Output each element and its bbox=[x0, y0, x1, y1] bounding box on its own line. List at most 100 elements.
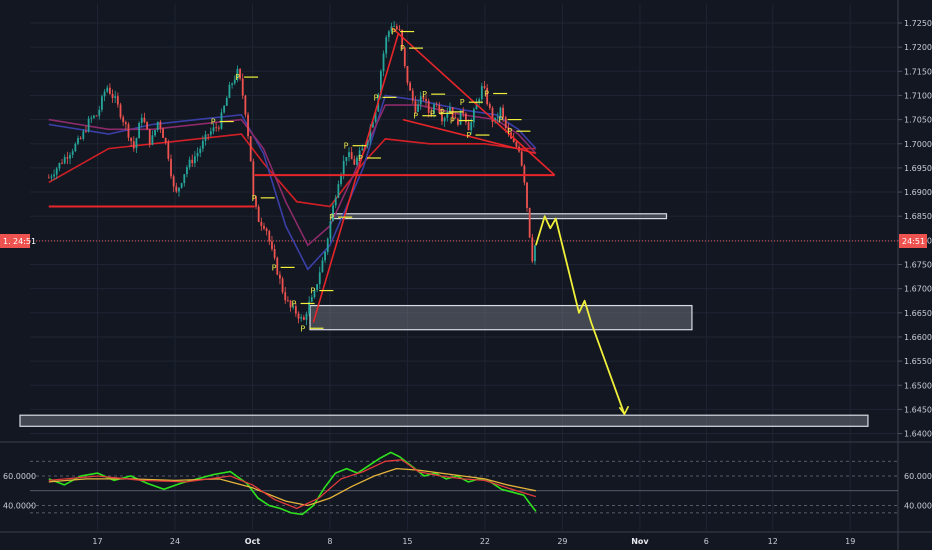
candle-body bbox=[132, 141, 135, 149]
candle-body bbox=[223, 105, 226, 113]
candle-body bbox=[353, 159, 356, 165]
y-tick-label: 1.66500 bbox=[904, 309, 932, 318]
candle-body bbox=[188, 159, 191, 168]
candle-body bbox=[58, 162, 61, 169]
x-tick-label: 19 bbox=[845, 537, 855, 546]
candle-body bbox=[138, 122, 141, 139]
candle-body bbox=[119, 104, 122, 118]
candle-body bbox=[337, 184, 340, 198]
candle-body bbox=[130, 137, 133, 142]
pivot-label: P bbox=[430, 109, 435, 118]
candle-body bbox=[286, 300, 289, 302]
rsi-right-label: 40.0000 bbox=[904, 502, 932, 511]
pivot-label: P bbox=[272, 263, 277, 272]
candle-body bbox=[281, 278, 284, 293]
candle-body bbox=[199, 148, 202, 153]
candle-body bbox=[63, 157, 66, 164]
pivot-label: P bbox=[499, 116, 504, 125]
candle-body bbox=[409, 82, 412, 91]
candle-body bbox=[260, 221, 263, 226]
price-chart[interactable]: PPPPPPPPPPPPPPPPPPPPPPP 60.000060.000040… bbox=[0, 0, 932, 550]
candle-body bbox=[263, 225, 265, 229]
left-price-tag-text: 1. bbox=[3, 237, 11, 246]
pivot-label: P bbox=[391, 28, 396, 37]
candle-body bbox=[194, 156, 196, 164]
y-tick-label: 1.69500 bbox=[904, 164, 932, 173]
y-tick-label: 1.64000 bbox=[904, 430, 932, 439]
candle-body bbox=[124, 122, 127, 125]
candle-body bbox=[61, 162, 63, 164]
y-tick-label: 1.72000 bbox=[904, 43, 932, 52]
candle-body bbox=[95, 115, 98, 117]
candle-body bbox=[53, 174, 55, 177]
candle-body bbox=[310, 297, 313, 302]
candle-body bbox=[178, 187, 180, 192]
candle-body bbox=[127, 124, 130, 138]
candle-body bbox=[143, 117, 146, 123]
candle-body bbox=[140, 117, 143, 123]
left-price-tag-time: 24:51 bbox=[13, 237, 36, 246]
candle-body bbox=[66, 157, 69, 159]
rsi-left-label: 60.0000 bbox=[3, 472, 36, 481]
chart-background bbox=[0, 0, 932, 550]
candle-body bbox=[417, 104, 419, 112]
y-tick-label: 1.65500 bbox=[904, 357, 932, 366]
x-tick-label: 17 bbox=[92, 537, 102, 546]
candle-body bbox=[164, 137, 167, 143]
candle-body bbox=[257, 206, 260, 222]
candle-body bbox=[350, 152, 353, 160]
pivot-label: P bbox=[400, 44, 405, 53]
candle-body bbox=[395, 26, 398, 30]
pivot-label: P bbox=[466, 131, 471, 140]
y-tick-label: 1.64500 bbox=[904, 405, 932, 414]
candle-body bbox=[207, 134, 210, 136]
y-tick-label: 1.69000 bbox=[904, 188, 932, 197]
right-price-tag-text: 24:51 bbox=[902, 237, 925, 246]
candle-body bbox=[204, 134, 207, 141]
candle-body bbox=[326, 238, 329, 252]
y-tick-label: 1.67000 bbox=[904, 285, 932, 294]
candle-body bbox=[459, 110, 462, 125]
candle-body bbox=[231, 83, 234, 85]
x-tick-label: 6 bbox=[704, 537, 709, 546]
candle-body bbox=[457, 118, 459, 125]
candle-body bbox=[167, 142, 170, 159]
pivot-label: P bbox=[292, 299, 297, 308]
candle-body bbox=[111, 93, 114, 98]
candle-body bbox=[55, 168, 58, 175]
candle-body bbox=[148, 129, 151, 145]
x-tick-label: 12 bbox=[768, 537, 778, 546]
x-tick-label: Nov bbox=[631, 537, 649, 546]
pivot-label: P bbox=[252, 194, 257, 203]
candle-body bbox=[101, 96, 103, 110]
candle-body bbox=[87, 118, 90, 132]
pivot-label: P bbox=[484, 90, 489, 99]
candle-body bbox=[316, 284, 319, 291]
candle-body bbox=[228, 84, 231, 98]
candle-body bbox=[98, 109, 101, 116]
candle-body bbox=[135, 138, 138, 149]
rsi-right-label: 60.0000 bbox=[904, 472, 932, 481]
candle-body bbox=[249, 136, 252, 162]
candle-body bbox=[411, 90, 414, 101]
candle-body bbox=[268, 231, 271, 242]
candle-body bbox=[480, 86, 483, 100]
y-tick-label: 1.67500 bbox=[904, 261, 932, 270]
candle-body bbox=[77, 138, 79, 144]
candle-body bbox=[345, 156, 348, 161]
candle-body bbox=[90, 117, 93, 119]
candle-body bbox=[284, 292, 287, 301]
candle-body bbox=[488, 104, 491, 108]
candle-body bbox=[385, 37, 388, 54]
candle-body bbox=[85, 131, 87, 133]
candle-body bbox=[382, 53, 385, 72]
candle-body bbox=[106, 87, 109, 92]
candle-body bbox=[244, 95, 247, 115]
y-tick-label: 1.66000 bbox=[904, 333, 932, 342]
candle-body bbox=[50, 176, 53, 178]
pivot-label: P bbox=[235, 73, 240, 82]
candle-body bbox=[526, 182, 528, 208]
candle-body bbox=[425, 99, 427, 101]
candle-body bbox=[71, 151, 74, 155]
candle-body bbox=[361, 148, 364, 151]
